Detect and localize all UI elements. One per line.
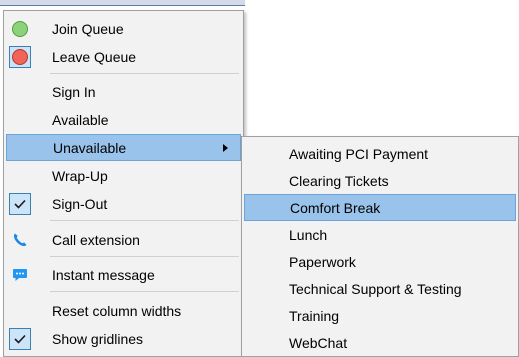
- checkmark-icon: [9, 327, 31, 350]
- menu-item-reset-column-widths[interactable]: Reset column widths: [6, 297, 241, 324]
- menu-separator: [50, 291, 239, 292]
- window-title-strip: [0, 0, 245, 6]
- submenu-item-label: Comfort Break: [290, 199, 381, 216]
- menu-item-label: Join Queue: [52, 20, 124, 37]
- menu-item-label: Available: [52, 111, 109, 128]
- menu-separator: [50, 220, 239, 221]
- submenu-arrow-icon: [223, 143, 228, 152]
- context-menu: Join Queue Leave Queue Sign In Available…: [3, 10, 244, 357]
- submenu-item-paperwork[interactable]: Paperwork: [244, 248, 516, 275]
- submenu-item-training[interactable]: Training: [244, 302, 516, 329]
- menu-item-label: Instant message: [52, 266, 155, 283]
- chat-bubble-icon: [9, 264, 31, 286]
- menu-item-label: Leave Queue: [52, 48, 137, 65]
- submenu-item-webchat[interactable]: WebChat: [244, 329, 516, 356]
- menu-item-join-queue[interactable]: Join Queue: [6, 15, 241, 42]
- submenu-item-label: Awaiting PCI Payment: [289, 145, 429, 162]
- submenu-item-comfort-break[interactable]: Comfort Break: [244, 194, 516, 221]
- menu-item-label: Call extension: [52, 231, 140, 248]
- submenu-item-clearing-tickets[interactable]: Clearing Tickets: [244, 167, 516, 194]
- menu-item-show-gridlines[interactable]: Show gridlines: [6, 325, 241, 352]
- menu-item-label: Sign In: [52, 83, 96, 100]
- menu-separator: [50, 256, 239, 257]
- submenu-item-label: Paperwork: [289, 253, 356, 270]
- green-circle-icon: [9, 18, 31, 40]
- menu-item-unavailable[interactable]: Unavailable: [6, 134, 241, 161]
- menu-item-instant-message[interactable]: Instant message: [6, 261, 241, 288]
- menu-item-wrap-up[interactable]: Wrap-Up: [6, 162, 241, 189]
- menu-item-leave-queue[interactable]: Leave Queue: [6, 43, 241, 70]
- submenu-item-label: Technical Support & Testing: [289, 280, 462, 297]
- menu-item-label: Sign-Out: [52, 195, 108, 212]
- red-circle-icon: [9, 45, 31, 68]
- menu-item-label: Wrap-Up: [52, 167, 108, 184]
- submenu-item-label: Clearing Tickets: [289, 172, 389, 189]
- menu-item-sign-out[interactable]: Sign-Out: [6, 190, 241, 217]
- submenu-item-label: Training: [289, 307, 340, 324]
- checkmark-icon: [9, 192, 31, 215]
- phone-icon: [9, 229, 31, 251]
- submenu-item-technical-support-testing[interactable]: Technical Support & Testing: [244, 275, 516, 302]
- submenu-item-label: Lunch: [289, 226, 328, 243]
- unavailable-submenu: Awaiting PCI Payment Clearing Tickets Co…: [241, 136, 519, 357]
- menu-item-label: Reset column widths: [52, 302, 182, 319]
- menu-item-sign-in[interactable]: Sign In: [6, 78, 241, 105]
- menu-separator: [50, 73, 239, 74]
- menu-item-label: Show gridlines: [52, 330, 144, 347]
- menu-item-available[interactable]: Available: [6, 106, 241, 133]
- menu-item-call-extension[interactable]: Call extension: [6, 226, 241, 253]
- submenu-item-lunch[interactable]: Lunch: [244, 221, 516, 248]
- submenu-item-label: WebChat: [289, 334, 348, 351]
- submenu-item-awaiting-pci-payment[interactable]: Awaiting PCI Payment: [244, 140, 516, 167]
- menu-item-label: Unavailable: [53, 139, 127, 156]
